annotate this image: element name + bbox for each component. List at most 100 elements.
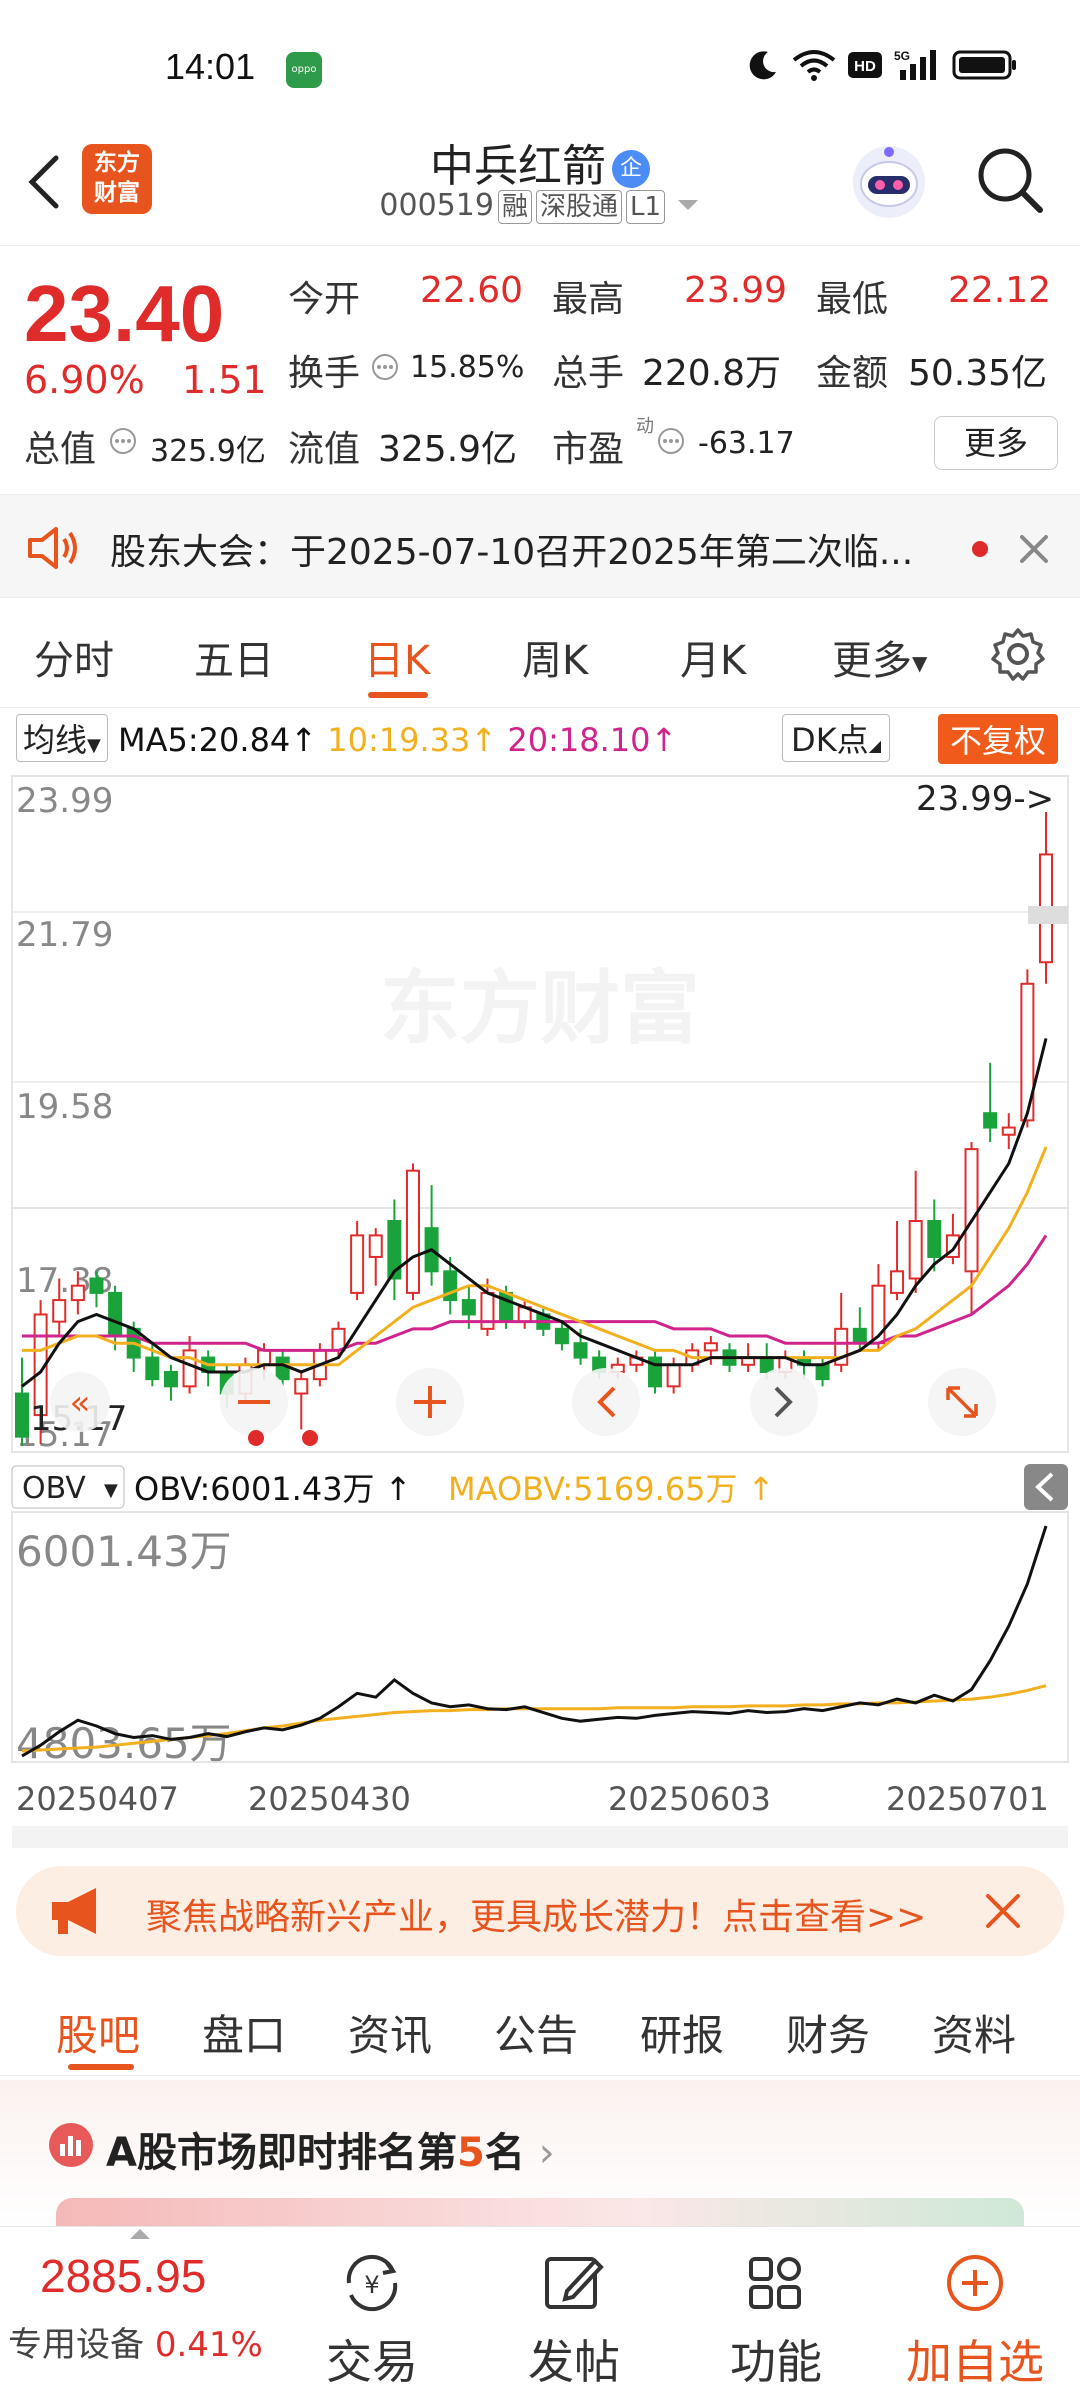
date-axis: 20250407 20250430 20250603 20250701 [16,1780,1049,1818]
kline-chart-area: 均线▼ MA5:20.84↑ 10:19.33↑ 20:18.10↑ DK点◢ … [0,708,1080,1848]
candle-body [964,1148,979,1273]
turnover-label: 换手 [288,353,361,394]
pe-label: 市盈 [552,429,625,470]
date-tick: 20250430 [248,1780,411,1818]
tab-profile[interactable]: 资料 [932,2002,1016,2063]
tab-research[interactable]: 研报 [640,2002,724,2063]
search-icon[interactable] [972,142,1048,218]
corner-caret-icon: ◢ [868,736,881,755]
candle [294,1371,309,1430]
battery-icon [952,50,1016,80]
more-quote-button[interactable]: 更多 [934,416,1058,470]
close-icon[interactable] [1016,531,1052,567]
float-cap-value: 325.9亿 [378,429,518,470]
market-cap-label: 总值 [24,429,97,470]
info-dots-icon[interactable] [656,426,686,456]
promo-text[interactable]: 聚焦战略新兴产业，更具成长潜力！点击查看>> [146,1888,976,1940]
trade-button[interactable]: ¥ 交易 [326,2251,418,2392]
tab-announcements[interactable]: 公告 [494,2002,578,2063]
date-scroll-track[interactable] [12,1826,1068,1848]
obv-select-label: OBV [22,1471,86,1506]
tab-intraday[interactable]: 分时 [34,628,114,686]
info-dots-icon[interactable] [108,426,138,456]
date-tick: 20250603 [608,1780,771,1818]
float-cap-label: 流值 [288,429,361,470]
settings-gear-icon[interactable] [988,624,1048,684]
current-price-marker [1028,906,1068,924]
candle-body [89,1277,104,1294]
notice-text[interactable]: 股东大会：于2025-07-10召开2025年第二次临... [110,523,940,575]
kline-svg[interactable]: 东方财富 23.99 21.79 19.58 17.38 15.17 23.99… [0,766,1080,1848]
wifi-icon [792,50,836,81]
scroll-left-fast-button[interactable]: « [50,1372,110,1432]
status-time: 14:01 [165,46,256,87]
high-value: 23.99 [684,270,788,311]
tab-pankou[interactable]: 盘口 [202,2002,286,2063]
candle-body [52,1299,67,1323]
watermark: 东方财富 [380,962,700,1055]
candle-body [983,1112,998,1129]
caret-down-icon: ▼ [912,651,928,675]
candle-body [908,1220,923,1280]
info-dots-icon[interactable] [370,352,400,382]
caret-up-icon [130,2229,150,2239]
unread-dot-icon [972,541,988,557]
quote-panel: 23.40 6.90% 1.51 今开 22.60 最高 23.99 最低 22… [0,248,1080,493]
bar-chart-icon [49,2123,93,2167]
no-adjust-button[interactable]: 不复权 [937,714,1058,764]
indicator-select[interactable]: 均线▼ [16,714,108,762]
zoom-in-button[interactable] [396,1368,464,1436]
candle-body [852,1327,867,1345]
candle-body [815,1363,830,1381]
candle-body [405,1169,420,1294]
functions-button[interactable]: 功能 [730,2251,822,2392]
fullscreen-button[interactable] [928,1368,996,1436]
step-right-button[interactable] [750,1368,818,1436]
svg-text:HD: HD [854,58,876,75]
index-name[interactable]: 专用设备 0.41% [8,2317,263,2366]
change-amount: 1.51 [182,358,267,402]
tab-more[interactable]: 更多▼ [832,628,927,686]
candle-body [108,1291,123,1338]
index-value[interactable]: 2885.95 [40,2249,206,2303]
obv-axis-top: 6001.43万 [16,1527,232,1576]
obv-indicator-row: OBV ▼ OBV:6001.43万 ↑ MAOBV:5169.65万 ↑ [11,1464,1068,1510]
candle-body [350,1234,365,1294]
notice-bar[interactable]: 股东大会：于2025-07-10召开2025年第二次临... [0,494,1080,598]
collapse-panel-button[interactable] [1024,1464,1068,1510]
turnover-value: 15.85% [410,350,525,385]
post-button[interactable]: 发帖 [528,2251,620,2392]
status-icons: HD 5G [746,48,1018,82]
current-price: 23.40 [24,269,225,358]
market-cap-value: 325.9亿 [150,434,266,469]
candle-body [70,1284,85,1302]
chart-period-tabs: 分时 五日 日K 周K 月K 更多▼ [0,600,1080,708]
tab-guba[interactable]: 股吧 [56,2002,140,2063]
add-watchlist-button[interactable]: 加自选 [906,2251,1044,2392]
moon-icon [749,51,776,80]
tab-daily-k[interactable]: 日K [364,628,430,686]
step-left-button[interactable] [572,1368,640,1436]
low-label: 最低 [816,279,889,320]
close-icon[interactable] [982,1890,1024,1932]
market-rank-row[interactable]: A股市场即时排名第5名 › [0,2080,1080,2230]
tab-weekly-k[interactable]: 周K [522,628,588,686]
dropdown-caret-icon[interactable] [675,195,701,215]
candle-body [703,1342,718,1352]
status-bar: 14:01 oppo HD 5G [0,0,1080,130]
promo-banner[interactable]: 聚焦战略新兴产业，更具成长潜力！点击查看>> [16,1866,1064,1956]
tab-finance[interactable]: 财务 [786,2002,870,2063]
ma5-value: MA5:20.84 [118,721,291,759]
candle-body [480,1291,495,1330]
zoom-out-button[interactable] [220,1368,288,1436]
stock-code: 000519 [379,188,494,223]
candle [405,1163,420,1301]
tab-news[interactable]: 资讯 [348,2002,432,2063]
tab-five-day[interactable]: 五日 [194,628,274,686]
ma20-value: 20:18.10 [507,721,651,759]
robot-assistant-icon[interactable] [848,140,930,222]
obv-value: OBV:6001.43万 ↑ [134,1470,412,1508]
dk-point-button[interactable]: DK点◢ [782,714,890,762]
date-tick: 20250701 [886,1780,1049,1818]
tab-monthly-k[interactable]: 月K [680,628,746,686]
